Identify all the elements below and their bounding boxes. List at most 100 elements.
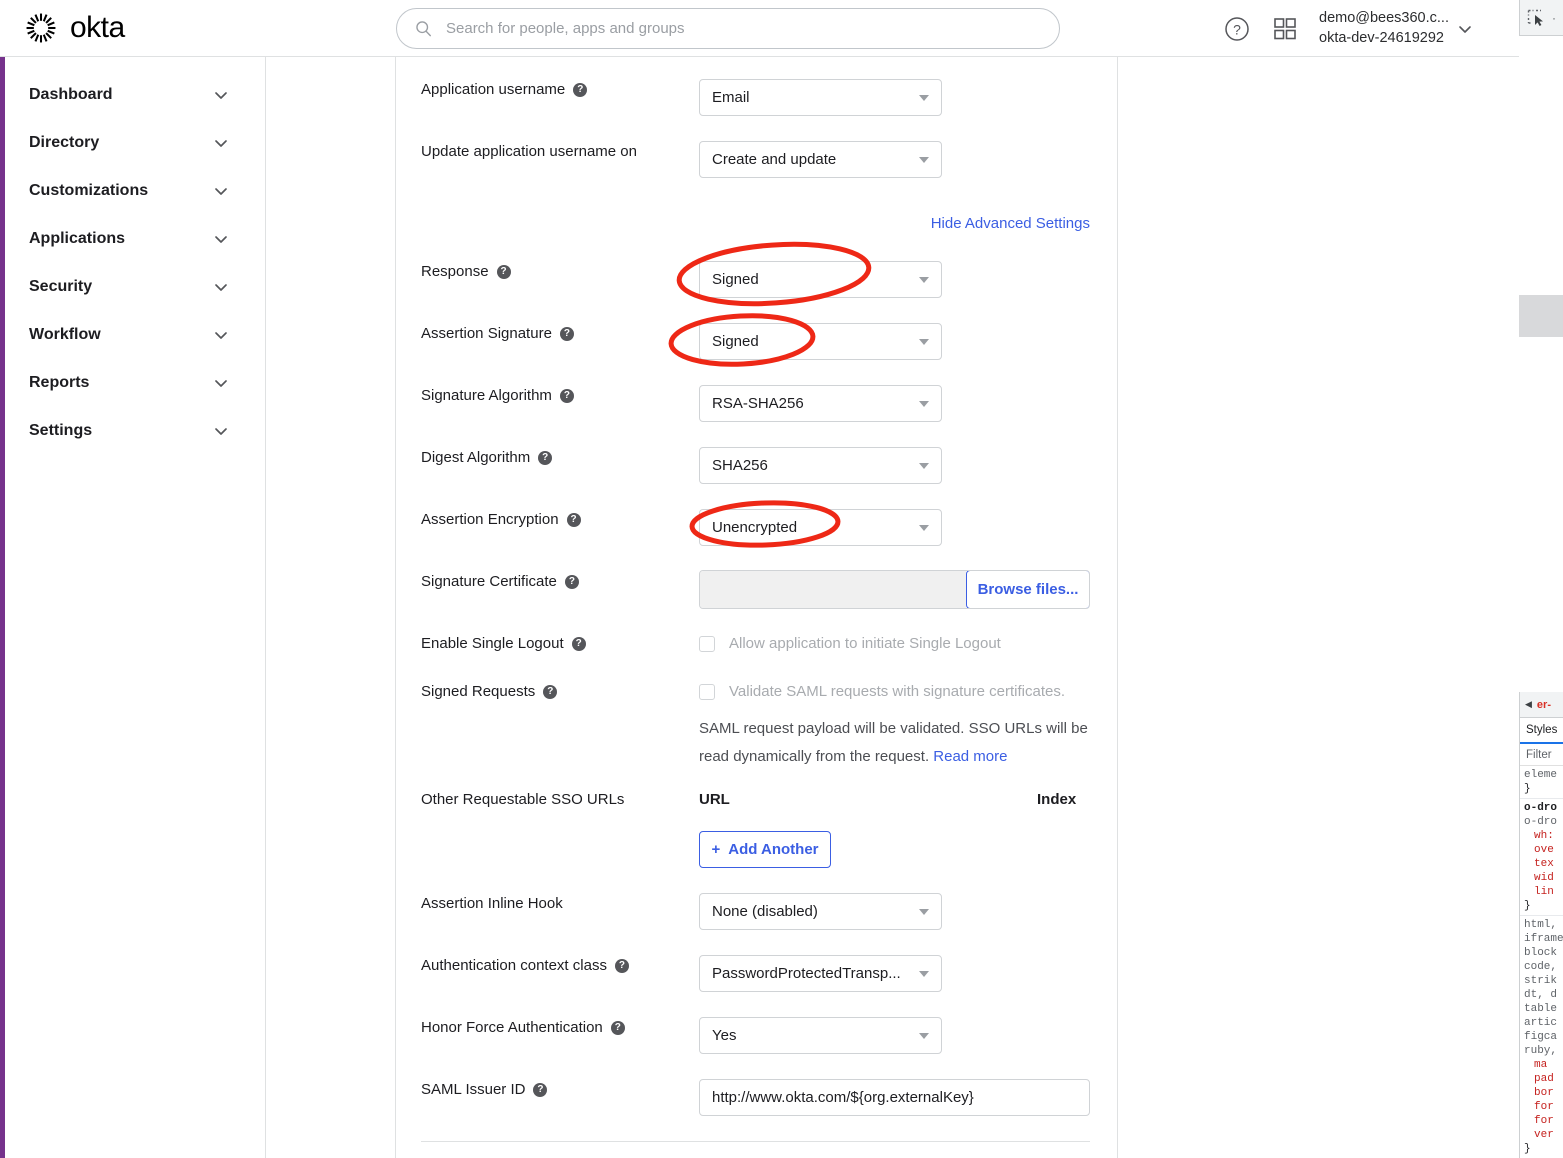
sidebar-item-dashboard[interactable]: Dashboard xyxy=(5,71,265,119)
devtools-tab-styles[interactable]: Styles xyxy=(1520,718,1563,744)
main-sidebar: Dashboard Directory Customizations Appli… xyxy=(5,57,266,1158)
css-property[interactable]: for xyxy=(1524,1114,1563,1128)
label-assertion-inline-hook: Assertion Inline Hook xyxy=(421,895,563,912)
page-scrollbar-thumb[interactable] xyxy=(1519,295,1563,337)
chevron-down-icon xyxy=(1459,25,1471,33)
label-update-application-username-on: Update application username on xyxy=(421,143,637,160)
select-assertion-inline-hook[interactable]: None (disabled) xyxy=(699,893,942,930)
global-search[interactable] xyxy=(396,8,1060,49)
input-saml-issuer-id[interactable]: http://www.okta.com/${org.externalKey} xyxy=(699,1079,1090,1116)
select-response[interactable]: Signed xyxy=(699,261,942,298)
css-property[interactable]: bor xyxy=(1524,1086,1563,1100)
css-property[interactable]: ver xyxy=(1524,1128,1563,1142)
select-update-application-username-on[interactable]: Create and update xyxy=(699,141,942,178)
select-application-username[interactable]: Email xyxy=(699,79,942,116)
chevron-down-icon xyxy=(215,284,227,291)
devtools-inspect-toolbar[interactable]: · xyxy=(1519,0,1563,36)
search-input[interactable] xyxy=(444,19,1041,38)
chevron-down-icon xyxy=(919,970,929,977)
chevron-down-icon xyxy=(919,400,929,407)
sidebar-item-label: Reports xyxy=(29,374,90,391)
help-icon[interactable]: ? xyxy=(566,512,581,527)
select-honor-force-authentication[interactable]: Yes xyxy=(699,1017,942,1054)
chevron-down-icon xyxy=(919,156,929,163)
help-button[interactable]: ? xyxy=(1223,15,1251,43)
account-org: okta-dev-24619292 xyxy=(1319,29,1444,46)
header-actions: ? demo@bees360.c... okta-dev-24619292 xyxy=(1223,0,1473,57)
checkbox-box[interactable] xyxy=(699,635,715,652)
signed-requests-help-text: SAML request payload will be validated. … xyxy=(699,715,1099,771)
css-property[interactable]: pad xyxy=(1524,1072,1563,1086)
sidebar-item-label: Workflow xyxy=(29,326,101,343)
signature-certificate-file-picker[interactable]: Browse files... xyxy=(699,570,1090,609)
column-header-index: Index xyxy=(1037,791,1077,808)
checkbox-label: Allow application to initiate Single Log… xyxy=(729,635,1001,652)
help-icon[interactable]: ? xyxy=(614,958,629,973)
devtools-tabbar[interactable]: ◀ er- xyxy=(1520,692,1563,718)
select-authentication-context-class[interactable]: PasswordProtectedTransp... xyxy=(699,955,942,992)
browse-files-button[interactable]: Browse files... xyxy=(966,571,1089,608)
css-property[interactable]: wid xyxy=(1524,871,1563,885)
select-value: SHA256 xyxy=(712,457,768,474)
select-value: Create and update xyxy=(712,151,837,168)
devtools-filter-input[interactable]: Filter xyxy=(1520,744,1563,766)
css-selector: artic xyxy=(1524,1017,1558,1029)
select-assertion-signature[interactable]: Signed xyxy=(699,323,942,360)
css-selector-2: o-dro xyxy=(1524,816,1558,828)
account-menu[interactable]: demo@bees360.c... okta-dev-24619292 xyxy=(1319,9,1473,48)
label-saml-issuer-id: SAML Issuer ID ? xyxy=(421,1081,548,1098)
help-icon[interactable]: ? xyxy=(496,264,511,279)
css-property[interactable]: ove xyxy=(1524,843,1563,857)
chevron-down-icon xyxy=(919,908,929,915)
brand-logo[interactable]: okta xyxy=(24,11,354,45)
help-icon[interactable]: ? xyxy=(573,82,588,97)
chevron-down-icon xyxy=(215,188,227,195)
devtools-css-rule[interactable]: eleme } xyxy=(1520,766,1563,799)
select-value: None (disabled) xyxy=(712,903,818,920)
checkbox-box[interactable] xyxy=(699,683,715,700)
chevron-down-icon xyxy=(919,276,929,283)
label-honor-force-authentication: Honor Force Authentication ? xyxy=(421,1019,625,1036)
hide-advanced-settings-link[interactable]: Hide Advanced Settings xyxy=(931,215,1090,232)
css-property[interactable]: wh: xyxy=(1524,829,1563,843)
sidebar-item-directory[interactable]: Directory xyxy=(5,119,265,167)
sidebar-item-security[interactable]: Security xyxy=(5,263,265,311)
checkbox-signed-requests[interactable]: Validate SAML requests with signature ce… xyxy=(699,683,1065,700)
css-close-brace: } xyxy=(1524,900,1531,912)
grid-apps-icon xyxy=(1274,17,1296,39)
select-signature-algorithm[interactable]: RSA-SHA256 xyxy=(699,385,942,422)
label-enable-single-logout: Enable Single Logout ? xyxy=(421,635,586,652)
sidebar-item-applications[interactable]: Applications xyxy=(5,215,265,263)
css-property[interactable]: tex xyxy=(1524,857,1563,871)
sidebar-item-workflow[interactable]: Workflow xyxy=(5,311,265,359)
help-icon[interactable]: ? xyxy=(559,326,574,341)
devtools-errors-badge[interactable]: er- xyxy=(1537,699,1551,711)
sidebar-item-customizations[interactable]: Customizations xyxy=(5,167,265,215)
help-icon[interactable]: ? xyxy=(564,574,579,589)
devtools-styles-panel: ◀ er- Styles Filter eleme } o-dro o-dro … xyxy=(1519,692,1563,1158)
saml-settings-form: Application username ? Email Update appl… xyxy=(395,57,1118,1158)
css-close-brace: } xyxy=(1524,783,1531,795)
css-property[interactable]: lin xyxy=(1524,885,1563,899)
css-property[interactable]: for xyxy=(1524,1100,1563,1114)
devtools-css-rule[interactable]: html, iframe block code, strik dt, d tab… xyxy=(1520,916,1563,1158)
select-assertion-encryption[interactable]: Unencrypted xyxy=(699,509,942,546)
help-icon[interactable]: ? xyxy=(533,1082,548,1097)
help-icon[interactable]: ? xyxy=(610,1020,625,1035)
help-icon[interactable]: ? xyxy=(571,636,586,651)
devtools-css-rule[interactable]: o-dro o-dro wh: ove tex wid lin } xyxy=(1520,799,1563,916)
inspect-element-icon[interactable] xyxy=(1526,8,1546,28)
css-selector: o-dro xyxy=(1524,802,1558,814)
css-property[interactable]: ma xyxy=(1524,1058,1563,1072)
read-more-link[interactable]: Read more xyxy=(933,748,1007,765)
help-icon[interactable]: ? xyxy=(543,684,558,699)
checkbox-enable-single-logout[interactable]: Allow application to initiate Single Log… xyxy=(699,635,1001,652)
sidebar-item-settings[interactable]: Settings xyxy=(5,407,265,455)
select-digest-algorithm[interactable]: SHA256 xyxy=(699,447,942,484)
sidebar-item-reports[interactable]: Reports xyxy=(5,359,265,407)
add-another-button[interactable]: + Add Another xyxy=(699,831,831,868)
help-icon[interactable]: ? xyxy=(559,388,574,403)
devtools-back-arrow-icon[interactable]: ◀ xyxy=(1525,699,1532,710)
apps-button[interactable] xyxy=(1271,15,1299,43)
help-icon[interactable]: ? xyxy=(538,450,553,465)
